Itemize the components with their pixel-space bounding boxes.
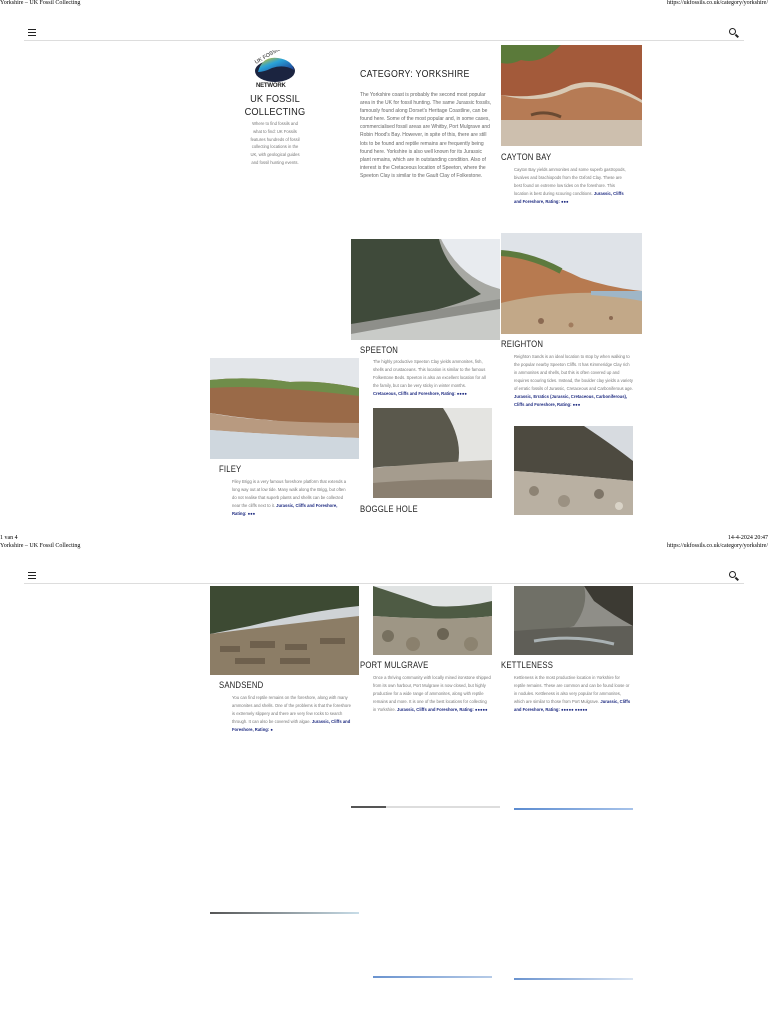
category-title: CATEGORY: YORKSHIRE bbox=[360, 69, 470, 80]
speeton-photo[interactable] bbox=[351, 239, 500, 340]
print-header-url-2: https://ukfossils.co.uk/category/yorkshi… bbox=[667, 543, 768, 549]
search-icon[interactable] bbox=[728, 570, 740, 582]
sandsend-photo[interactable] bbox=[210, 586, 359, 675]
rocky-shore-photo[interactable] bbox=[514, 426, 633, 515]
reighton-text: Reighton Sands is an ideal location to s… bbox=[514, 354, 633, 391]
boggle-hole-title[interactable]: BOGGLE HOLE bbox=[360, 504, 418, 514]
speeton-description: The highly productive Speeton Clay yield… bbox=[373, 358, 490, 398]
hamburger-menu-icon[interactable] bbox=[26, 570, 38, 580]
print-footer-datetime: 14-4-2024 20:47 bbox=[727, 535, 768, 541]
category-description: The Yorkshire coast is probably the seco… bbox=[360, 92, 492, 179]
print-footer-page: 1 van 4 bbox=[0, 535, 18, 541]
kettleness-photo[interactable] bbox=[514, 586, 633, 655]
sandsend-title[interactable]: SANDSEND bbox=[219, 680, 263, 690]
site-description: Where to find fossils and what to find: … bbox=[250, 121, 300, 165]
port-mulgrave-tags[interactable]: Jurassic, Cliffs and Foreshore, Rating: … bbox=[397, 707, 488, 712]
image-placeholder-line bbox=[514, 808, 633, 810]
print-header-url: https://ukfossils.co.uk/category/yorkshi… bbox=[667, 0, 768, 6]
filey-description: Filey Brigg is a very famous foreshore p… bbox=[232, 478, 350, 518]
sandsend-description: You can find reptile remains on the fore… bbox=[232, 694, 352, 734]
svg-text:NETWORK: NETWORK bbox=[256, 83, 286, 89]
cayton-bay-photo[interactable] bbox=[501, 45, 642, 146]
reighton-tags[interactable]: Jurassic, Erratics (Jurassic, Cretaceous… bbox=[514, 394, 627, 407]
uk-fossils-network-logo[interactable]: UK FOSSILS NETWORK bbox=[248, 50, 302, 90]
speeton-title[interactable]: SPEETON bbox=[360, 345, 398, 355]
site-title[interactable]: UK FOSSIL COLLECTING bbox=[241, 93, 310, 118]
port-mulgrave-title[interactable]: PORT MULGRAVE bbox=[360, 660, 428, 670]
speeton-tags[interactable]: Cretaceous, Cliffs and Foreshore, Rating… bbox=[373, 391, 467, 396]
kettleness-title[interactable]: KETTLENESS bbox=[501, 660, 553, 670]
print-header-title-2: Yorkshire – UK Fossil Collecting bbox=[0, 543, 81, 549]
reighton-photo[interactable] bbox=[501, 233, 642, 334]
top-navigation-bar bbox=[24, 27, 744, 41]
image-placeholder-line bbox=[386, 806, 500, 808]
cayton-bay-title[interactable]: CAYTON BAY bbox=[501, 152, 551, 162]
speeton-text: The highly productive Speeton Clay yield… bbox=[373, 359, 486, 388]
port-mulgrave-photo[interactable] bbox=[373, 586, 492, 655]
image-placeholder-line bbox=[210, 912, 359, 914]
image-placeholder-line bbox=[514, 978, 633, 980]
boggle-hole-photo[interactable] bbox=[373, 408, 492, 498]
kettleness-description: Kettleness is the most productive locati… bbox=[514, 674, 632, 714]
reighton-description: Reighton Sands is an ideal location to s… bbox=[514, 353, 634, 409]
image-placeholder-line bbox=[351, 806, 386, 808]
reighton-title[interactable]: REIGHTON bbox=[501, 339, 543, 349]
filey-photo[interactable] bbox=[210, 358, 359, 459]
cayton-bay-description: Cayton Bay yields ammonites and some sup… bbox=[514, 166, 630, 206]
port-mulgrave-description: Once a thriving community with locally m… bbox=[373, 674, 491, 714]
search-icon[interactable] bbox=[728, 27, 740, 39]
filey-title[interactable]: FILEY bbox=[219, 464, 241, 474]
top-navigation-bar-2 bbox=[24, 570, 744, 584]
hamburger-menu-icon[interactable] bbox=[26, 27, 38, 37]
image-placeholder-line bbox=[373, 976, 492, 978]
print-header-title: Yorkshire – UK Fossil Collecting bbox=[0, 0, 81, 6]
